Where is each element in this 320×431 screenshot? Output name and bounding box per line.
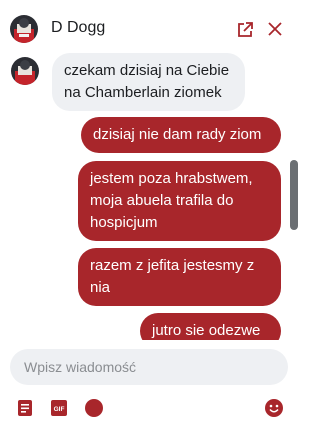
circle-sticker-icon[interactable]	[85, 399, 103, 422]
message-input-container[interactable]	[10, 349, 288, 385]
message-list[interactable]: czekam dzisiaj na Ciebie na Chamberlain …	[0, 50, 299, 340]
message-input[interactable]	[10, 349, 288, 385]
document-icon[interactable]	[17, 399, 33, 422]
contact-avatar[interactable]	[10, 15, 38, 43]
close-icon[interactable]	[267, 21, 283, 37]
outgoing-message: jestem poza hrabstwem, moja abuela trafi…	[78, 161, 281, 241]
emoji-icon[interactable]	[265, 399, 283, 422]
outgoing-message: razem z jefita jestesmy z nia	[78, 248, 281, 306]
gif-icon[interactable]: GIF	[50, 399, 68, 422]
sender-avatar	[11, 57, 39, 85]
outgoing-message: dzisiaj nie dam rady ziom	[81, 117, 281, 153]
svg-text:GIF: GIF	[54, 406, 65, 413]
incoming-message: czekam dzisiaj na Ciebie na Chamberlain …	[52, 53, 245, 111]
outgoing-message: jutro sie odezwe	[140, 313, 281, 340]
scrollbar-thumb[interactable]	[290, 160, 298, 230]
contact-name[interactable]: D Dogg	[51, 19, 105, 37]
external-link-icon[interactable]	[236, 21, 254, 39]
